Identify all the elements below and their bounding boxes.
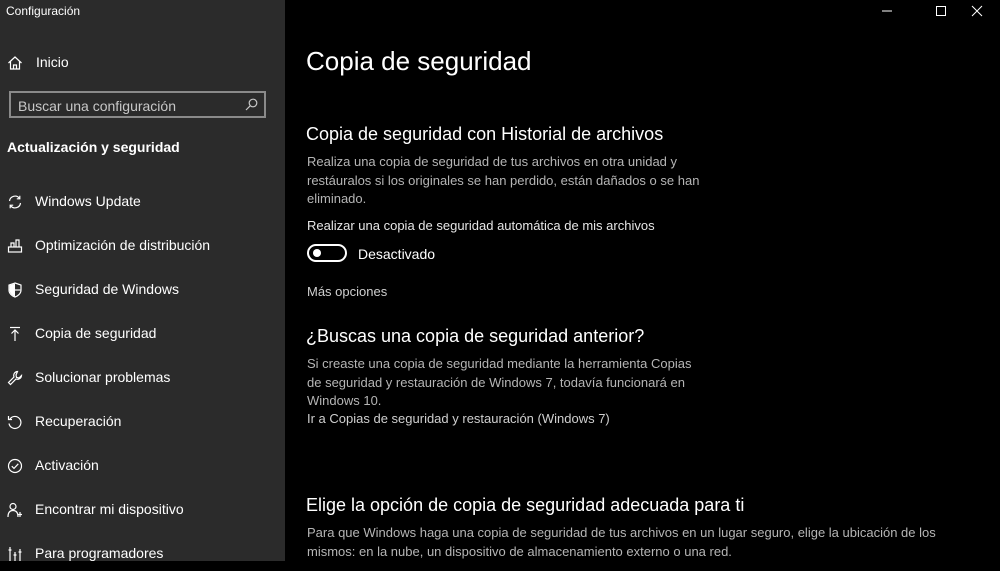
description-line: de seguridad y restauración de Windows 7… — [307, 374, 685, 390]
sidebar-item-label: Windows Update — [35, 193, 141, 209]
sidebar-item-label: Para programadores — [35, 545, 164, 561]
developer-tools-icon — [7, 546, 23, 562]
sidebar-item-windows-security[interactable]: Seguridad de Windows — [0, 271, 285, 307]
windows7-backup-link[interactable]: Ir a Copias de seguridad y restauración … — [307, 410, 610, 429]
file-history-description: Realiza una copia de seguridad de tus ar… — [307, 153, 699, 209]
sidebar-item-developers[interactable]: Para programadores — [0, 535, 285, 571]
description-line: Para que Windows haga una copia de segur… — [307, 525, 936, 540]
sidebar-item-label: Optimización de distribución — [35, 237, 211, 253]
app-title: Configuración — [6, 4, 81, 18]
sidebar-item-recovery[interactable]: Recuperación — [0, 403, 285, 439]
description-line: Si creaste una copia de seguridad median… — [307, 356, 692, 371]
sidebar-item-label: Copia de seguridad — [35, 325, 157, 341]
more-options-link[interactable]: Más opciones — [307, 284, 387, 299]
section-title: Actualización y seguridad — [7, 139, 180, 155]
search-icon[interactable] — [245, 98, 258, 111]
description-line: Realiza una copia de seguridad de tus ar… — [307, 154, 678, 169]
sync-icon — [7, 194, 23, 210]
person-location-icon — [7, 502, 23, 518]
delivery-optimization-icon — [7, 238, 23, 254]
sidebar-item-label: Seguridad de Windows — [35, 281, 179, 297]
file-history-heading: Copia de seguridad con Historial de arch… — [306, 124, 664, 144]
older-backup-heading: ¿Buscas una copia de seguridad anterior? — [306, 326, 645, 346]
wrench-icon — [7, 370, 23, 386]
sidebar-item-label: Encontrar mi dispositivo — [35, 501, 184, 517]
sidebar-item-label: Activación — [35, 457, 99, 473]
page-title: Copia de seguridad — [306, 46, 532, 76]
description-line: mismos: en la nube, un dispositivo de al… — [307, 543, 732, 559]
search-placeholder: Buscar una configuración — [18, 98, 176, 114]
older-backup-description: Si creaste una copia de seguridad median… — [307, 355, 691, 411]
toggle-state-label: Desactivado — [358, 246, 436, 262]
sidebar-item-windows-update[interactable]: Windows Update — [0, 183, 285, 219]
sidebar-item-label: Recuperación — [35, 413, 122, 429]
nav-home-label: Inicio — [36, 54, 69, 70]
nav-home[interactable]: Inicio — [0, 44, 285, 80]
description-line: Windows 10. — [307, 393, 382, 408]
description-line: restáuralos si los originales se han per… — [307, 172, 700, 188]
description-line: eliminado. — [307, 191, 367, 206]
recovery-icon — [7, 414, 23, 430]
sidebar-item-troubleshoot[interactable]: Solucionar problemas — [0, 359, 285, 395]
toggle-knob — [313, 249, 321, 257]
sidebar-item-find-my-device[interactable]: Encontrar mi dispositivo — [0, 491, 285, 527]
backup-upload-icon — [7, 326, 23, 342]
auto-backup-label: Realizar una copia de seguridad automáti… — [307, 218, 655, 233]
choose-option-description: Para que Windows haga una copia de segur… — [307, 524, 936, 561]
check-circle-icon — [7, 458, 23, 474]
main-content: Copia de seguridad Copia de seguridad co… — [285, 0, 1000, 561]
sidebar-item-delivery-optimization[interactable]: Optimización de distribución — [0, 227, 285, 263]
home-icon — [7, 55, 23, 71]
auto-backup-toggle[interactable] — [307, 244, 347, 262]
sidebar-item-activation[interactable]: Activación — [0, 447, 285, 483]
choose-option-heading: Elige la opción de copia de seguridad ad… — [306, 495, 745, 515]
search-input[interactable]: Buscar una configuración — [9, 91, 266, 118]
shield-icon — [7, 282, 23, 298]
sidebar-item-label: Solucionar problemas — [35, 369, 171, 385]
sidebar: Configuración Inicio Buscar una configur… — [0, 0, 285, 561]
sidebar-item-backup[interactable]: Copia de seguridad — [0, 315, 285, 351]
